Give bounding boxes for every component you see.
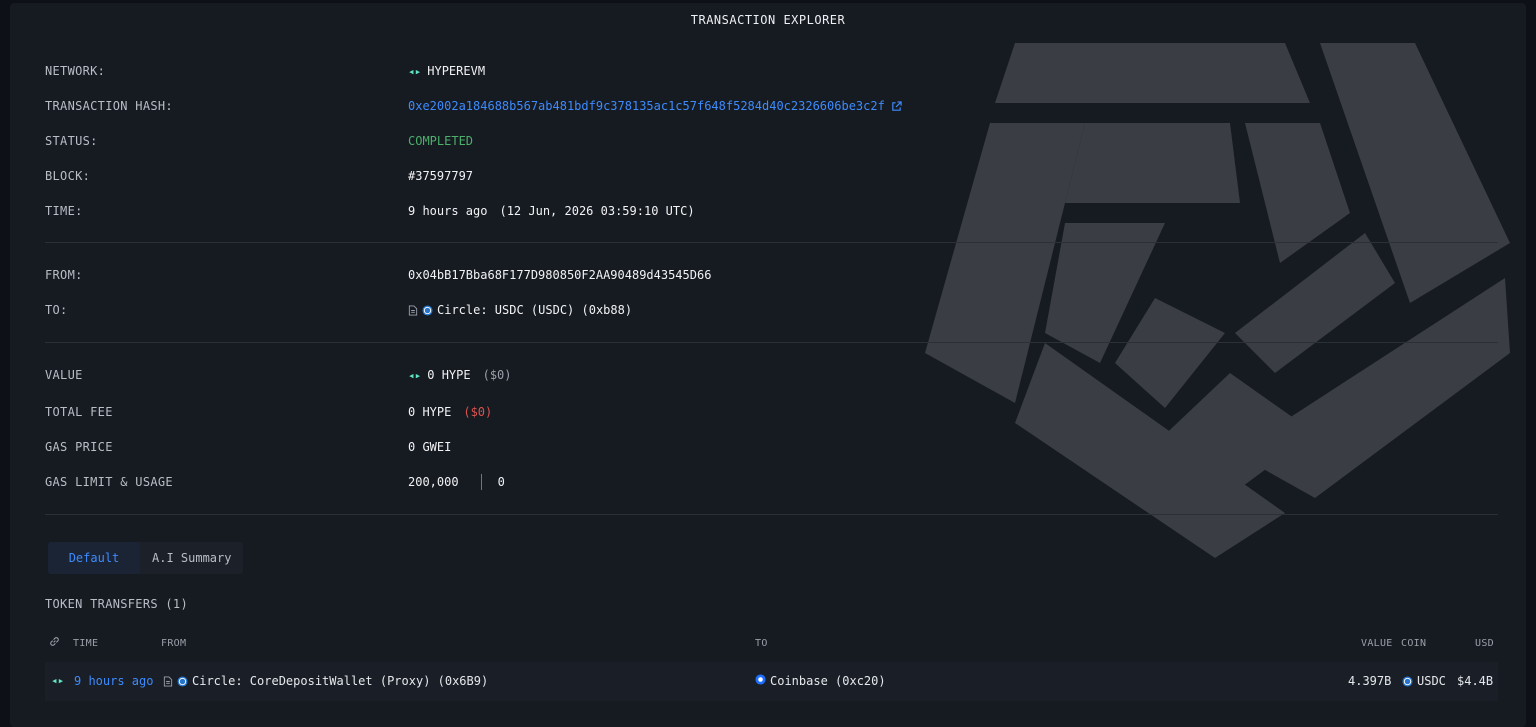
transfer-from[interactable]: Circle: CoreDepositWallet (Proxy) (0x6B9… — [192, 674, 488, 688]
time-absolute: (12 Jun, 2026 03:59:10 UTC) — [499, 204, 695, 218]
header-to: TO — [755, 638, 768, 649]
hyperevm-icon: ◂▸ — [408, 64, 422, 78]
block-value[interactable]: #37597797 — [408, 169, 473, 183]
to-address[interactable]: Circle: USDC (USDC) (0xb88) — [437, 303, 632, 317]
tab-ai-summary[interactable]: A.I Summary — [140, 542, 243, 574]
header-coin: COIN — [1401, 638, 1427, 649]
gas-price-row: GAS PRICE 0 GWEI — [45, 437, 1505, 457]
link-icon — [49, 636, 60, 650]
hyperevm-icon: ◂▸ — [51, 674, 65, 687]
to-label: TO: — [45, 303, 68, 317]
usdc-icon — [422, 304, 433, 316]
status-badge: COMPLETED — [408, 134, 474, 148]
divider — [45, 514, 1498, 515]
divider — [45, 342, 1498, 343]
gas-limit-value: 200,000 — [408, 475, 459, 489]
block-row: BLOCK: #37597797 — [45, 166, 1505, 186]
network-label: NETWORK: — [45, 64, 106, 78]
fee-amount: 0 HYPE — [408, 405, 452, 419]
external-link-icon[interactable] — [891, 100, 902, 112]
hash-label: TRANSACTION HASH: — [45, 99, 173, 113]
gas-usage-value: 0 — [497, 475, 505, 489]
separator — [480, 474, 482, 490]
usdc-icon — [177, 675, 188, 687]
header-from: FROM — [161, 638, 187, 649]
tab-default[interactable]: Default — [48, 542, 140, 574]
transfer-value: 4.397B — [1348, 674, 1392, 688]
coinbase-icon — [755, 674, 766, 688]
value-usd: ($0) — [482, 368, 512, 382]
gas-limit-label: GAS LIMIT & USAGE — [45, 475, 173, 489]
block-label: BLOCK: — [45, 169, 91, 183]
status-label: STATUS: — [45, 134, 98, 148]
fee-usd: ($0) — [463, 405, 493, 419]
status-row: STATUS: COMPLETED — [45, 131, 1505, 151]
fee-row: TOTAL FEE 0 HYPE ($0) — [45, 402, 1505, 422]
gas-limit-row: GAS LIMIT & USAGE 200,000 0 — [45, 472, 1505, 492]
table-row[interactable]: ◂▸ 9 hours ago Circle: CoreDepositWallet… — [45, 662, 1498, 701]
value-row: VALUE ◂▸ 0 HYPE ($0) — [45, 365, 1505, 385]
fee-label: TOTAL FEE — [45, 405, 113, 419]
header-value: VALUE — [1361, 638, 1393, 649]
time-row: TIME: 9 hours ago (12 Jun, 2026 03:59:10… — [45, 201, 1505, 221]
transfers-table-header: TIME FROM TO VALUE COIN USD — [45, 636, 1498, 652]
network-row: NETWORK: ◂▸ HYPEREVM — [45, 61, 1505, 81]
header-usd: USD — [1475, 638, 1494, 649]
contract-doc-icon — [163, 675, 173, 687]
hype-token-icon: ◂▸ — [408, 368, 422, 382]
time-relative: 9 hours ago — [408, 204, 488, 218]
transfer-usd: $4.4B — [1457, 674, 1494, 688]
page-title: TRANSACTION EXPLORER — [690, 13, 846, 27]
explorer-panel: TRANSACTION EXPLORER NETWORK: ◂▸ HYPEREV… — [10, 3, 1526, 727]
gas-price-value: 0 GWEI — [408, 440, 452, 454]
from-address[interactable]: 0x04bB17Bba68F177D980850F2AA90489d43545D… — [408, 268, 711, 282]
value-amount: 0 HYPE — [427, 368, 471, 382]
view-tabs: Default A.I Summary — [48, 542, 244, 574]
token-transfers-title: TOKEN TRANSFERS (1) — [45, 597, 188, 611]
to-row: TO: Circle: USDC (USDC) (0xb88) — [45, 300, 1505, 320]
time-label: TIME: — [45, 204, 83, 218]
transfer-to[interactable]: Coinbase (0xc20) — [770, 674, 886, 688]
divider — [45, 242, 1498, 243]
contract-doc-icon — [408, 304, 418, 316]
usdc-icon — [1402, 675, 1413, 687]
from-label: FROM: — [45, 268, 83, 282]
from-row: FROM: 0x04bB17Bba68F177D980850F2AA90489d… — [45, 265, 1505, 285]
header-time: TIME — [73, 638, 99, 649]
hash-row: TRANSACTION HASH: 0xe2002a184688b567ab48… — [45, 96, 1505, 116]
transfer-time-link[interactable]: 9 hours ago — [74, 674, 153, 688]
network-value: HYPEREVM — [427, 64, 486, 78]
transaction-hash-link[interactable]: 0xe2002a184688b567ab481bdf9c378135ac1c57… — [408, 99, 885, 113]
value-label: VALUE — [45, 368, 83, 382]
gas-price-label: GAS PRICE — [45, 440, 113, 454]
transfer-coin[interactable]: USDC — [1417, 674, 1446, 688]
